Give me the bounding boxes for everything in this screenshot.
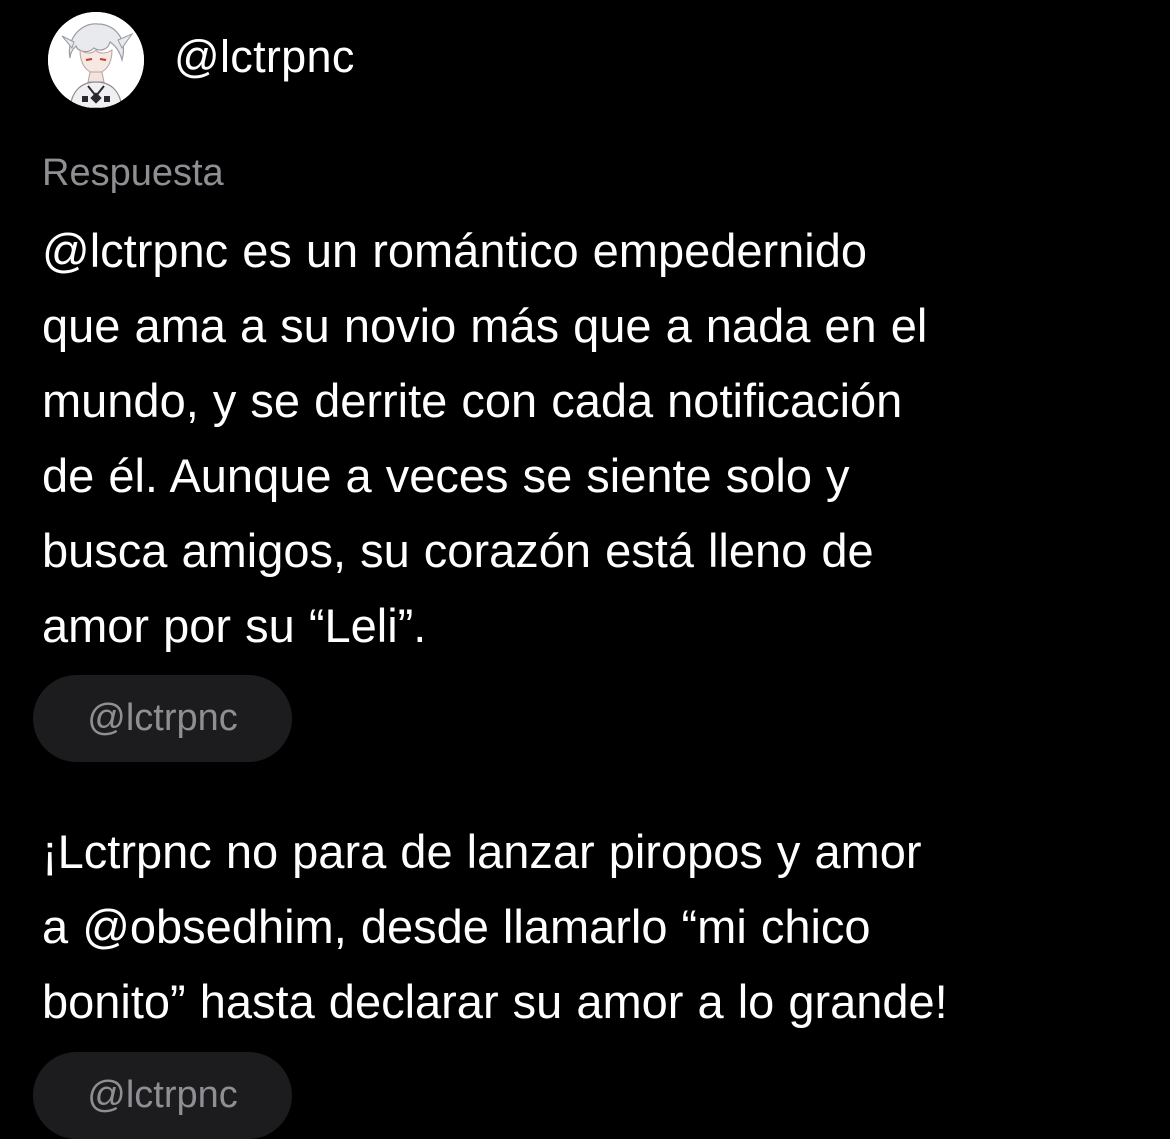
mention-chip[interactable]: @lctrpnc	[33, 675, 292, 762]
text-line: busca amigos, su corazón está lleno de	[42, 524, 874, 577]
profile-header: @lctrpnc	[48, 12, 355, 108]
second-text: ¡Lctrpnc no para de lanzar piropos y amo…	[42, 814, 1142, 1039]
text-line: bonito” hasta declarar su amor a lo gran…	[42, 975, 948, 1028]
reply-text: @lctrpnc es un romántico empedernido que…	[42, 213, 1142, 663]
text-line: amor por su “Leli”.	[42, 599, 427, 652]
text-line: @lctrpnc es un romántico empedernido	[42, 224, 868, 277]
avatar-illustration-icon	[48, 12, 144, 108]
avatar[interactable]	[48, 12, 144, 108]
text-line: mundo, y se derrite con cada notificació…	[42, 374, 903, 427]
text-line: de él. Aunque a veces se siente solo y	[42, 449, 850, 502]
text-line: que ama a su novio más que a nada en el	[42, 299, 928, 352]
text-line: a @obsedhim, desde llamarlo “mi chico	[42, 900, 871, 953]
text-line: ¡Lctrpnc no para de lanzar piropos y amo…	[42, 825, 922, 878]
reply-label: Respuesta	[42, 152, 224, 194]
username[interactable]: @lctrpnc	[174, 31, 355, 83]
mention-chip[interactable]: @lctrpnc	[33, 1052, 292, 1139]
